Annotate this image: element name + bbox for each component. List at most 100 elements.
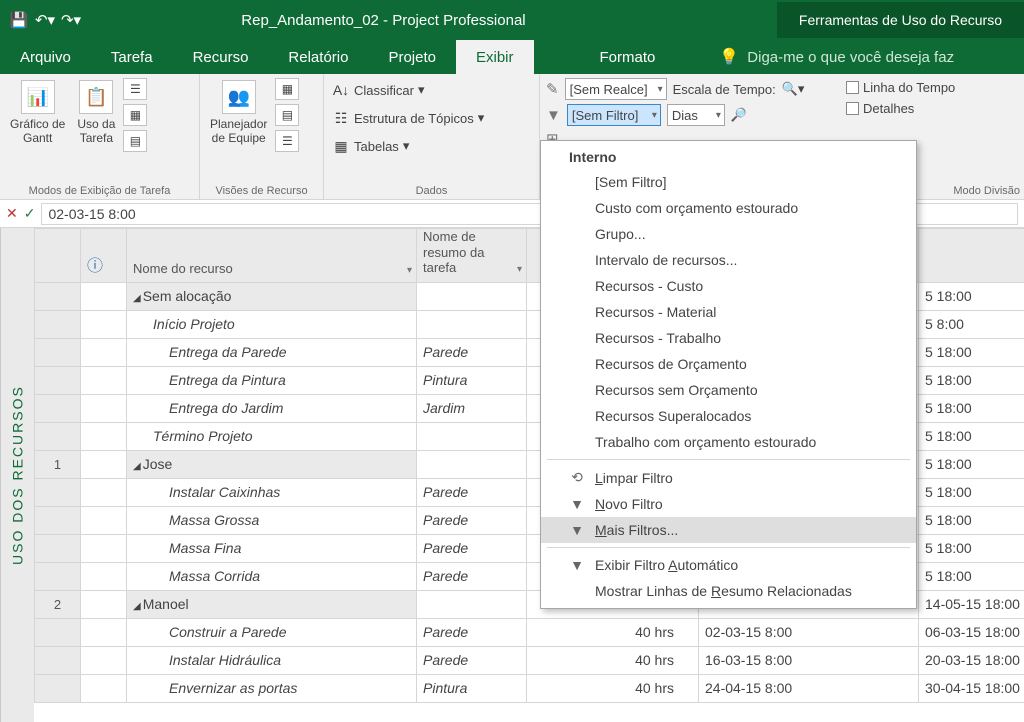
header-rownum[interactable] [35, 229, 81, 283]
summary-cell[interactable] [417, 450, 527, 478]
row-number[interactable] [35, 674, 81, 702]
resview-small-1[interactable]: ▦ [275, 78, 299, 100]
end-cell[interactable]: 5 18:00 [919, 450, 1024, 478]
show-summary-item[interactable]: Mostrar Linhas de Resumo Relacionadas [541, 578, 916, 604]
row-number[interactable] [35, 478, 81, 506]
row-number[interactable] [35, 422, 81, 450]
cancel-entry-icon[interactable]: ✕ [6, 205, 18, 222]
end-cell[interactable]: 5 18:00 [919, 534, 1024, 562]
tab-recurso[interactable]: Recurso [173, 40, 269, 74]
row-number[interactable] [35, 366, 81, 394]
row-number[interactable] [35, 534, 81, 562]
summary-cell[interactable]: Pintura [417, 674, 527, 702]
summary-cell[interactable]: Parede [417, 338, 527, 366]
table-row[interactable]: Construir a ParedeParede40 hrs02-03-15 8… [35, 618, 1024, 646]
info-cell[interactable] [81, 478, 127, 506]
info-cell[interactable] [81, 674, 127, 702]
accept-entry-icon[interactable]: ✓ [24, 205, 36, 222]
name-cell[interactable]: ◢Jose [127, 450, 417, 478]
row-number[interactable]: 1 [35, 450, 81, 478]
info-cell[interactable] [81, 590, 127, 618]
end-cell[interactable]: 5 18:00 [919, 394, 1024, 422]
view-small-2[interactable]: ▦ [123, 104, 147, 126]
redo-icon[interactable]: ↷▾ [62, 11, 80, 29]
dropdown-icon[interactable]: ▾ [517, 264, 522, 276]
name-cell[interactable]: Massa Grossa [127, 506, 417, 534]
row-number[interactable] [35, 646, 81, 674]
work-cell[interactable]: 40 hrs [527, 618, 699, 646]
end-cell[interactable]: 20-03-15 18:00 [919, 646, 1024, 674]
save-icon[interactable]: 💾 [10, 11, 28, 29]
summary-cell[interactable]: Parede [417, 562, 527, 590]
filter-menu-item[interactable]: Recursos - Trabalho [541, 325, 916, 351]
name-cell[interactable]: ◢Manoel [127, 590, 417, 618]
tables-button[interactable]: ▦Tabelas ▾ [330, 134, 533, 158]
name-cell[interactable]: Envernizar as portas [127, 674, 417, 702]
filter-menu-item[interactable]: Recursos de Orçamento [541, 351, 916, 377]
summary-cell[interactable]: Parede [417, 646, 527, 674]
summary-cell[interactable]: Pintura [417, 366, 527, 394]
collapse-icon[interactable]: ◢ [133, 601, 141, 612]
undo-icon[interactable]: ↶▾ [36, 11, 54, 29]
clear-filter-item[interactable]: ⟲Limpar Filtro [541, 464, 916, 491]
start-cell[interactable]: 16-03-15 8:00 [699, 646, 919, 674]
filter-menu-item[interactable]: Recursos - Custo [541, 273, 916, 299]
tell-me-search[interactable]: 💡 Diga-me o que você deseja faz [707, 40, 966, 74]
name-cell[interactable]: Instalar Hidráulica [127, 646, 417, 674]
info-cell[interactable] [81, 394, 127, 422]
team-planner-button[interactable]: 👥 Planejador de Equipe [206, 78, 271, 183]
end-cell[interactable]: 5 8:00 [919, 310, 1024, 338]
name-cell[interactable]: Entrega da Parede [127, 338, 417, 366]
end-cell[interactable]: 5 18:00 [919, 422, 1024, 450]
info-cell[interactable] [81, 366, 127, 394]
end-cell[interactable]: 5 18:00 [919, 562, 1024, 590]
filter-menu-item[interactable]: Intervalo de recursos... [541, 247, 916, 273]
row-number[interactable] [35, 618, 81, 646]
table-row[interactable]: Envernizar as portasPintura40 hrs24-04-1… [35, 674, 1024, 702]
tab-arquivo[interactable]: Arquivo [0, 40, 91, 74]
end-cell[interactable]: 5 18:00 [919, 506, 1024, 534]
info-cell[interactable] [81, 618, 127, 646]
tab-exibir[interactable]: Exibir [456, 40, 534, 74]
summary-cell[interactable] [417, 422, 527, 450]
name-cell[interactable]: Massa Fina [127, 534, 417, 562]
summary-cell[interactable]: Jardim [417, 394, 527, 422]
row-number[interactable] [35, 310, 81, 338]
name-cell[interactable]: Massa Corrida [127, 562, 417, 590]
info-cell[interactable] [81, 310, 127, 338]
filter-combo[interactable]: [Sem Filtro] [567, 104, 661, 126]
zoom-icon[interactable]: 🔎 [731, 107, 747, 123]
end-cell[interactable]: 5 18:00 [919, 478, 1024, 506]
filter-menu-item[interactable]: [Sem Filtro] [541, 169, 916, 195]
tab-projeto[interactable]: Projeto [368, 40, 456, 74]
row-number[interactable]: 2 [35, 590, 81, 618]
collapse-icon[interactable]: ◢ [133, 461, 141, 472]
filter-menu-item[interactable]: Recursos - Material [541, 299, 916, 325]
filter-menu-item[interactable]: Recursos sem Orçamento [541, 377, 916, 403]
summary-cell[interactable] [417, 310, 527, 338]
summary-cell[interactable]: Parede [417, 506, 527, 534]
tab-formato[interactable]: Formato [552, 40, 704, 74]
start-cell[interactable]: 02-03-15 8:00 [699, 618, 919, 646]
resview-small-2[interactable]: ▤ [275, 104, 299, 126]
tab-tarefa[interactable]: Tarefa [91, 40, 173, 74]
end-cell[interactable]: 30-04-15 18:00 [919, 674, 1024, 702]
name-cell[interactable]: Construir a Parede [127, 618, 417, 646]
row-number[interactable] [35, 562, 81, 590]
name-cell[interactable]: Entrega do Jardim [127, 394, 417, 422]
row-number[interactable] [35, 338, 81, 366]
tab-relatorio[interactable]: Relatório [268, 40, 368, 74]
resview-small-3[interactable]: ☰ [275, 130, 299, 152]
name-cell[interactable]: Instalar Caixinhas [127, 478, 417, 506]
filter-menu-item[interactable]: Custo com orçamento estourado [541, 195, 916, 221]
row-number[interactable] [35, 506, 81, 534]
info-cell[interactable] [81, 534, 127, 562]
summary-cell[interactable]: Parede [417, 618, 527, 646]
summary-cell[interactable] [417, 282, 527, 310]
filter-menu-item[interactable]: Trabalho com orçamento estourado [541, 429, 916, 455]
filter-menu-item[interactable]: Recursos Superalocados [541, 403, 916, 429]
name-cell[interactable]: ◢Sem alocação [127, 282, 417, 310]
search-icon[interactable]: 🔍▾ [782, 81, 805, 97]
timescale-combo[interactable]: Dias [667, 104, 725, 126]
details-checkbox[interactable]: Detalhes [846, 101, 1014, 116]
